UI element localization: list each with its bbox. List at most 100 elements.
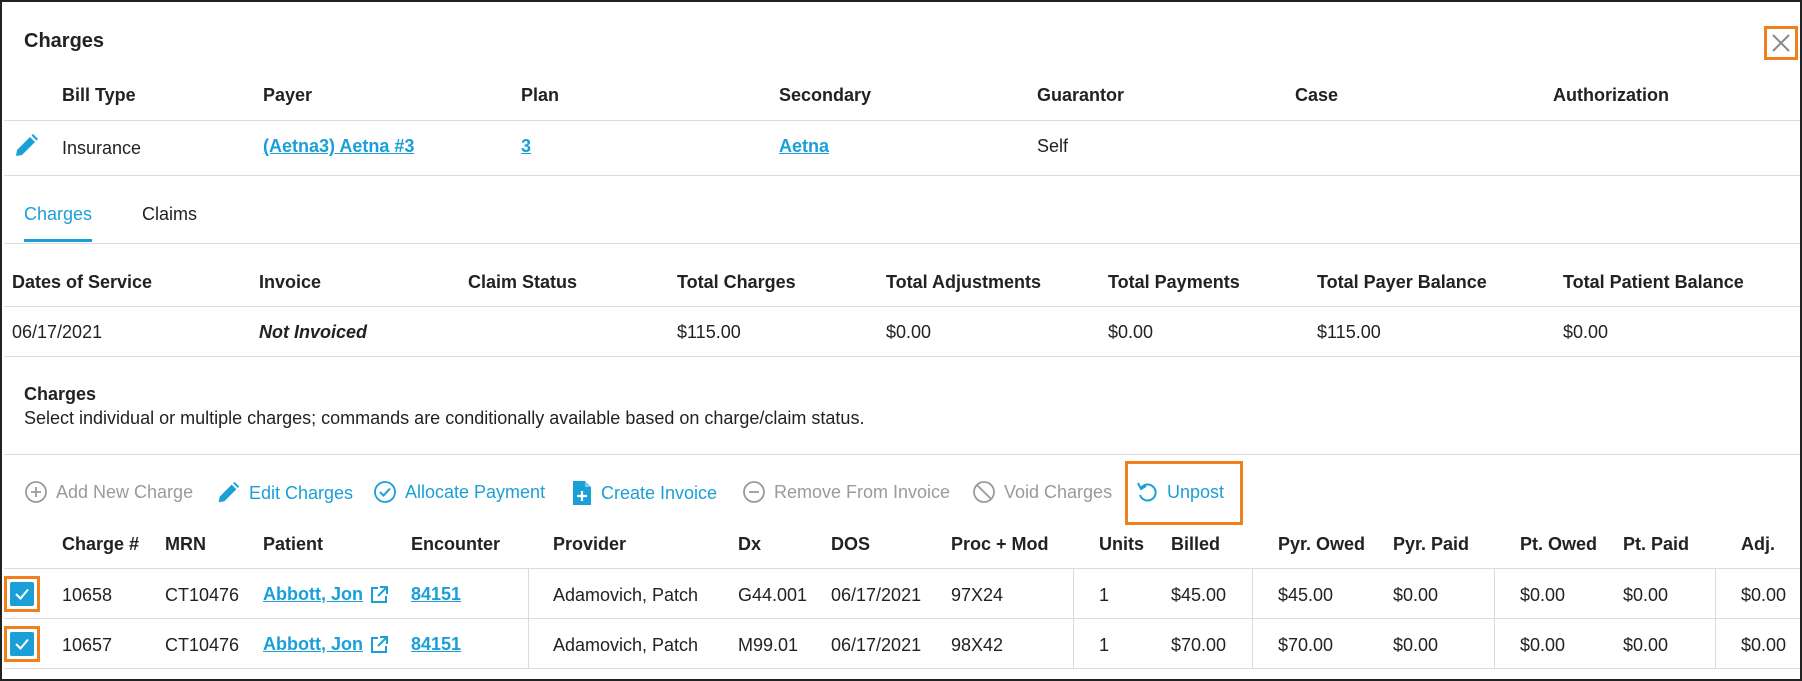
summary-header-dates: Dates of Service [12, 272, 153, 292]
remove-from-invoice-button[interactable]: Remove From Invoice [742, 480, 950, 504]
col-adj: Adj. [1741, 534, 1775, 554]
divider [4, 618, 1800, 619]
row-select-checkbox[interactable] [4, 626, 40, 662]
cell-pyr-paid: $0.00 [1393, 635, 1439, 655]
summary-header-total-charges: Total Charges [677, 272, 796, 292]
col-charge-number: Charge # [62, 534, 140, 554]
cell-patient: Abbott, Jon [263, 584, 389, 605]
summary-header-invoice: Invoice [259, 272, 322, 292]
allocate-payment-label: Allocate Payment [405, 481, 546, 502]
summary-total-payer-balance-value: $115.00 [1317, 322, 1381, 342]
cell-mrn: CT10476 [165, 635, 240, 655]
void-charges-button[interactable]: Void Charges [972, 480, 1112, 504]
col-units: Units [1099, 534, 1144, 554]
charges-section-description: Select individual or multiple charges; c… [24, 408, 865, 428]
external-link-icon[interactable] [369, 635, 389, 655]
prohibited-icon [973, 481, 995, 503]
col-dos: DOS [831, 534, 871, 554]
pencil-icon [218, 481, 240, 503]
add-new-charge-button[interactable]: Add New Charge [24, 480, 193, 504]
summary-header-total-patient-balance: Total Patient Balance [1563, 272, 1744, 292]
encounter-link[interactable]: 84151 [411, 584, 461, 605]
plan-link[interactable]: 3 [521, 136, 531, 157]
void-charges-label: Void Charges [1004, 481, 1113, 502]
summary-header-claim-status: Claim Status [468, 272, 578, 292]
charges-dialog: Charges Bill Type Payer Plan Secondary G… [0, 0, 1802, 681]
divider [4, 454, 1800, 455]
edit-billing-button[interactable] [12, 132, 40, 165]
cell-patient: Abbott, Jon [263, 634, 389, 655]
cell-pyr-owed: $45.00 [1278, 585, 1334, 605]
plus-circle-icon [25, 481, 47, 503]
cell-proc-mod: 98X42 [951, 635, 1004, 655]
external-link-icon[interactable] [369, 585, 389, 605]
summary-total-payments-value: $0.00 [1108, 322, 1154, 342]
checkmark-icon [15, 638, 29, 650]
edit-charges-button[interactable]: Edit Charges [215, 480, 353, 506]
divider [4, 243, 1800, 244]
col-pyr-owed: Pyr. Owed [1278, 534, 1366, 554]
tab-charges[interactable]: Charges [24, 204, 92, 225]
col-proc-mod: Proc + Mod [951, 534, 1049, 554]
charges-section-title: Charges [24, 384, 97, 404]
close-button[interactable] [1764, 26, 1798, 60]
col-patient: Patient [263, 534, 324, 554]
guarantor-value: Self [1037, 136, 1069, 156]
divider [4, 356, 1800, 357]
cell-units: 1 [1099, 635, 1110, 655]
row-select-checkbox[interactable] [4, 576, 40, 612]
summary-dates-value: 06/17/2021 [12, 322, 103, 342]
header-plan: Plan [521, 85, 560, 105]
pencil-icon [16, 134, 38, 156]
summary-header-total-adjustments: Total Adjustments [886, 272, 1042, 292]
col-billed: Billed [1171, 534, 1221, 554]
divider [4, 568, 1800, 569]
add-document-icon [573, 481, 591, 505]
payer-link[interactable]: (Aetna3) Aetna #3 [263, 136, 414, 157]
checkbox-checked [10, 632, 34, 656]
divider [4, 175, 1800, 176]
cell-units: 1 [1099, 585, 1110, 605]
patient-link[interactable]: Abbott, Jon [263, 634, 363, 655]
header-authorization: Authorization [1553, 85, 1669, 105]
unpost-button[interactable]: Unpost [1135, 480, 1224, 504]
cell-charge-number: 10658 [62, 585, 113, 605]
active-tab-indicator [24, 239, 92, 242]
cell-provider: Adamovich, Patch [553, 635, 699, 655]
secondary-link[interactable]: Aetna [779, 136, 829, 157]
remove-from-invoice-label: Remove From Invoice [774, 481, 951, 502]
dialog-title: Charges [24, 30, 105, 52]
allocate-payment-button[interactable]: Allocate Payment [373, 480, 545, 504]
cell-dx: M99.01 [738, 635, 799, 655]
patient-link[interactable]: Abbott, Jon [263, 584, 363, 605]
cell-billed: $70.00 [1171, 635, 1227, 655]
cell-charge-number: 10657 [62, 635, 113, 655]
cell-pyr-paid: $0.00 [1393, 585, 1439, 605]
cell-pyr-owed: $70.00 [1278, 635, 1334, 655]
col-provider: Provider [553, 534, 627, 554]
cell-adj: $0.00 [1741, 635, 1787, 655]
bill-type-value: Insurance [62, 138, 142, 158]
cell-pt-paid: $0.00 [1623, 635, 1669, 655]
header-bill-type: Bill Type [62, 85, 136, 105]
checkmark-icon [15, 588, 29, 600]
tab-claims[interactable]: Claims [142, 204, 197, 225]
create-invoice-button[interactable]: Create Invoice [571, 480, 717, 506]
edit-charges-label: Edit Charges [249, 482, 354, 503]
undo-icon [1137, 482, 1157, 502]
col-dx: Dx [738, 534, 762, 554]
summary-header-total-payments: Total Payments [1108, 272, 1240, 292]
summary-header-total-payer-balance: Total Payer Balance [1317, 272, 1487, 292]
divider [4, 306, 1800, 307]
divider [4, 120, 1800, 121]
divider [4, 668, 1800, 669]
cell-pt-owed: $0.00 [1520, 635, 1566, 655]
cell-mrn: CT10476 [165, 585, 240, 605]
cell-pt-paid: $0.00 [1623, 585, 1669, 605]
cell-dos: 06/17/2021 [831, 635, 922, 655]
cell-proc-mod: 97X24 [951, 585, 1004, 605]
encounter-link[interactable]: 84151 [411, 634, 461, 655]
add-new-charge-label: Add New Charge [56, 481, 194, 502]
summary-total-adjustments-value: $0.00 [886, 322, 932, 342]
header-secondary: Secondary [779, 85, 872, 105]
